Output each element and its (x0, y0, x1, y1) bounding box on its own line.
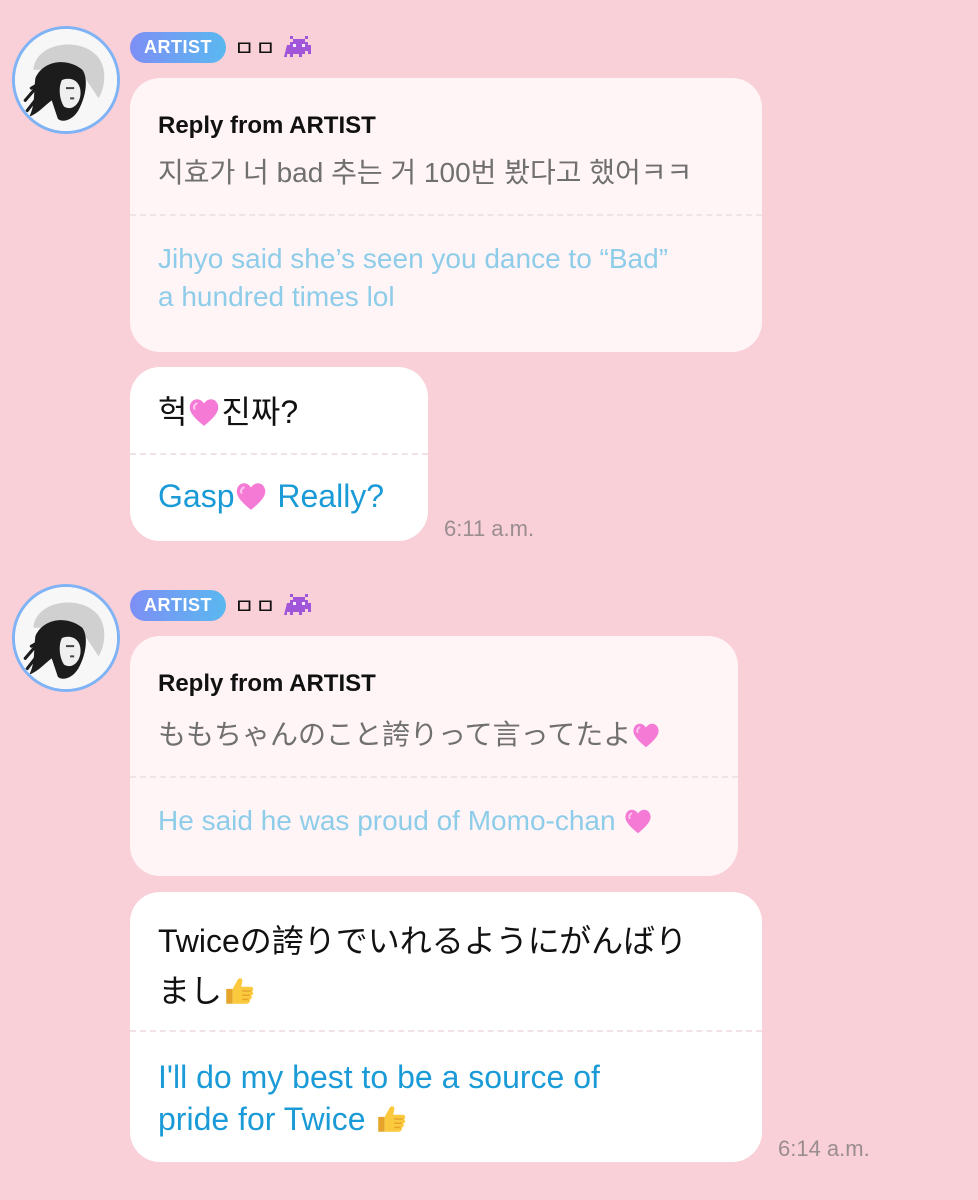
alien-monster-icon (284, 34, 314, 60)
message-text-line: まし (158, 966, 734, 1016)
sender-header: ARTIST ㅁㅁ (130, 31, 314, 63)
reply-translation-line: a hundred times lol (158, 281, 395, 312)
message-text-span: まし (158, 973, 223, 1009)
reply-original-text: 지효가 너 bad 추는 거 100번 봤다고 했어ㅋㅋ (158, 157, 693, 188)
alien-monster-icon (284, 592, 314, 618)
message-bubble[interactable]: 헉 진짜? Gasp Really? (130, 367, 428, 541)
thumbs-up-icon (374, 1102, 408, 1136)
reply-bubble[interactable]: Reply from ARTIST ももちゃんのこと誇りって言ってたよ He s… (130, 636, 738, 876)
message-bubble[interactable]: Twiceの誇りでいれるようにがんばり まし I'll do my best t… (130, 892, 762, 1162)
reply-translation-line: Jihyo said she’s seen you dance to “Bad” (158, 243, 669, 274)
pink-heart-icon (234, 479, 268, 513)
reply-original-text: ももちゃんのこと誇りって言ってたよ (158, 716, 710, 754)
artist-avatar-image (15, 29, 117, 131)
reply-title: Reply from ARTIST (158, 112, 376, 139)
sender-name: ㅁㅁ (234, 37, 277, 62)
message-translation-line: pride for Twice (158, 1098, 734, 1140)
reply-original-span: ももちゃんのこと誇りって言ってたよ (158, 719, 632, 750)
message-translation-line: I'll do my best to be a source of (158, 1059, 600, 1095)
message-translation: Gasp Really? (158, 475, 400, 517)
reply-translation-span: He said he was proud of Momo-chan (158, 805, 624, 836)
artist-avatar[interactable] (12, 584, 120, 692)
message-timestamp: 6:14 a.m. (778, 1136, 870, 1161)
sender-header: ARTIST ㅁㅁ (130, 589, 314, 621)
sender-name: ㅁㅁ (234, 595, 277, 620)
artist-badge: ARTIST (130, 31, 226, 63)
message-text-before: 헉 (158, 394, 188, 430)
pink-heart-icon (187, 395, 221, 429)
reply-bubble[interactable]: Reply from ARTIST 지효가 너 bad 추는 거 100번 봤다… (130, 78, 762, 352)
reply-title: Reply from ARTIST (158, 670, 376, 697)
artist-avatar[interactable] (12, 26, 120, 134)
message-text: 헉 진짜? (158, 387, 400, 437)
message-translation-span: pride for Twice (158, 1101, 375, 1137)
pink-heart-icon (623, 806, 653, 836)
message-translation-before: Gasp (158, 478, 235, 514)
artist-avatar-image (15, 587, 117, 689)
thumbs-up-icon (222, 974, 256, 1008)
artist-badge: ARTIST (130, 589, 226, 621)
pink-heart-icon (631, 720, 661, 750)
message-translation-after: Really? (268, 478, 385, 514)
message-timestamp: 6:11 a.m. (444, 516, 535, 541)
message-text-after: 진짜? (221, 394, 299, 430)
reply-translation: He said he was proud of Momo-chan (158, 802, 710, 840)
message-text-line: Twiceの誇りでいれるようにがんばり (158, 923, 688, 959)
